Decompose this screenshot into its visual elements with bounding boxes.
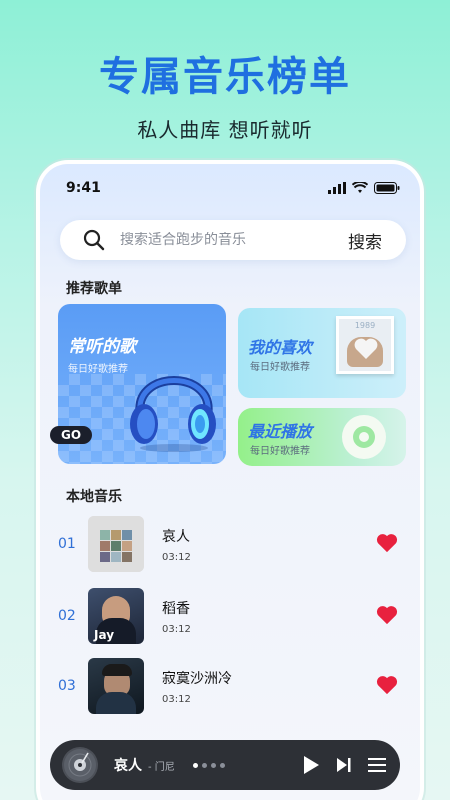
player-song-title: 哀人 [114, 758, 142, 774]
phone-mockup: 9:41 搜索适合跑步的音乐 搜索 推荐歌单 常听的歌 每日好歌推荐 GO 我的… [36, 160, 424, 800]
app-screen: 9:41 搜索适合跑步的音乐 搜索 推荐歌单 常听的歌 每日好歌推荐 GO 我的… [40, 164, 420, 800]
song-duration: 03:12 [162, 624, 191, 635]
song-cover-text: Jay [94, 628, 115, 642]
promo-title: 专属音乐榜单 [99, 54, 351, 100]
playlist-menu-icon[interactable] [368, 757, 386, 773]
song-cover-art [88, 658, 144, 714]
go-button[interactable]: GO [50, 426, 92, 444]
favorites-title: 我的喜欢 [248, 338, 313, 357]
favorites-album-cover: 1989 [336, 316, 394, 374]
recent-title: 最近播放 [248, 422, 313, 441]
song-row[interactable]: 03 寂寞沙洲冷 03:12 [40, 658, 420, 718]
song-row[interactable]: 01 哀人 03:12 [40, 516, 420, 576]
headphones-icon [130, 376, 216, 452]
song-title: 稻香 [162, 601, 190, 617]
search-input[interactable] [120, 232, 330, 248]
wifi-icon [352, 182, 368, 193]
section-title-recommend: 推荐歌单 [66, 281, 122, 297]
mini-player[interactable]: 哀人 - 门尼 [50, 740, 400, 790]
mosaic-cover-icon [88, 516, 144, 572]
vinyl-icon [342, 415, 386, 459]
battery-icon [374, 182, 400, 194]
heart-icon[interactable] [376, 674, 398, 696]
status-bar: 9:41 [66, 178, 400, 198]
signal-icon [328, 182, 346, 194]
song-duration: 03:12 [162, 552, 191, 563]
portrait-hair [102, 664, 132, 676]
search-bar: 搜索 [60, 220, 406, 260]
song-title: 哀人 [162, 529, 190, 545]
play-icon[interactable] [302, 755, 320, 775]
portrait-body [96, 692, 136, 714]
search-button[interactable]: 搜索 [348, 228, 382, 253]
status-icons [328, 182, 400, 194]
heart-shape-icon [354, 338, 378, 359]
song-index: 01 [58, 536, 76, 552]
recent-subtitle: 每日好歌推荐 [250, 446, 310, 457]
heart-icon[interactable] [376, 604, 398, 626]
vinyl-record-icon [64, 749, 96, 781]
playlist-card-recent[interactable]: 最近播放 每日好歌推荐 [238, 408, 406, 466]
song-index: 02 [58, 608, 76, 624]
song-duration: 03:12 [162, 694, 191, 705]
player-artist: - 门尼 [148, 761, 175, 773]
song-index: 03 [58, 678, 76, 694]
section-title-local: 本地音乐 [66, 489, 122, 505]
playlist-card-favorites[interactable]: 我的喜欢 每日好歌推荐 1989 [238, 308, 406, 398]
frequent-subtitle: 每日好歌推荐 [68, 364, 128, 375]
heart-icon[interactable] [376, 532, 398, 554]
promo-subtitle: 私人曲库 想听就听 [137, 118, 313, 142]
next-icon[interactable] [336, 757, 352, 773]
pager-dots [192, 762, 225, 768]
disc-icon [62, 747, 98, 783]
song-title: 寂寞沙洲冷 [162, 671, 232, 687]
song-cover-art [88, 516, 144, 572]
song-cover-art: Jay [88, 588, 144, 644]
favorites-subtitle: 每日好歌推荐 [250, 362, 310, 373]
search-icon [83, 229, 105, 251]
song-row[interactable]: 02 Jay 稻香 03:12 [40, 588, 420, 648]
status-time: 9:41 [66, 180, 101, 196]
player-controls [302, 755, 386, 775]
favorites-cover-text: 1989 [354, 321, 376, 330]
